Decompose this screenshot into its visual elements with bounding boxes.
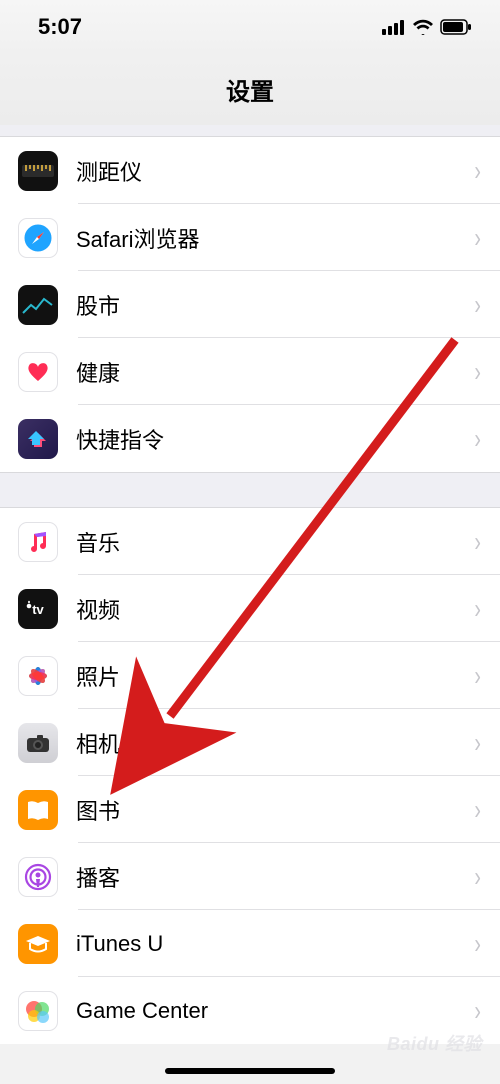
camera-icon (18, 723, 58, 763)
chevron-right-icon: › (474, 423, 481, 455)
row-music[interactable]: 音乐 › (0, 508, 500, 575)
podcasts-icon (18, 857, 58, 897)
gamecenter-icon (18, 991, 58, 1031)
row-stocks[interactable]: 股市 › (0, 271, 500, 338)
chevron-right-icon: › (474, 928, 481, 960)
row-label: 相机 (76, 727, 473, 759)
row-label: 视频 (76, 593, 473, 625)
chevron-right-icon: › (474, 995, 481, 1027)
row-label: Game Center (76, 998, 473, 1024)
settings-group-2: 音乐 › tv 视频 › 照片 › 相机 › 图书 › 播客 › (0, 508, 500, 1044)
group-separator (0, 472, 500, 508)
page-title: 设置 (0, 54, 500, 125)
row-label: 快捷指令 (76, 423, 473, 455)
books-icon (18, 790, 58, 830)
itunesu-icon (18, 924, 58, 964)
chevron-right-icon: › (474, 155, 481, 187)
shortcuts-icon (18, 419, 58, 459)
stocks-icon (18, 285, 58, 325)
chevron-right-icon: › (474, 526, 481, 558)
battery-icon (440, 19, 472, 35)
row-health[interactable]: 健康 › (0, 338, 500, 405)
row-shortcuts[interactable]: 快捷指令 › (0, 405, 500, 472)
svg-text:tv: tv (32, 602, 44, 617)
status-time: 5:07 (38, 14, 82, 40)
row-camera[interactable]: 相机 › (0, 709, 500, 776)
chevron-right-icon: › (474, 222, 481, 254)
row-podcasts[interactable]: 播客 › (0, 843, 500, 910)
health-icon (18, 352, 58, 392)
row-label: Safari浏览器 (76, 222, 473, 254)
chevron-right-icon: › (474, 727, 481, 759)
row-label: 照片 (76, 660, 473, 692)
chevron-right-icon: › (474, 356, 481, 388)
watermark: Baidu 经验 (387, 1030, 482, 1056)
safari-icon (18, 218, 58, 258)
row-photos[interactable]: 照片 › (0, 642, 500, 709)
chevron-right-icon: › (474, 861, 481, 893)
tv-icon: tv (18, 589, 58, 629)
group-separator (0, 125, 500, 137)
row-measure[interactable]: 测距仪 › (0, 137, 500, 204)
row-books[interactable]: 图书 › (0, 776, 500, 843)
home-indicator (165, 1068, 335, 1074)
chevron-right-icon: › (474, 660, 481, 692)
row-label: iTunes U (76, 931, 473, 957)
chevron-right-icon: › (474, 289, 481, 321)
settings-group-1: 测距仪 › Safari浏览器 › 股市 › 健康 › 快捷指令 › (0, 137, 500, 472)
row-label: 股市 (76, 289, 473, 321)
row-safari[interactable]: Safari浏览器 › (0, 204, 500, 271)
row-label: 测距仪 (76, 155, 473, 187)
cellular-icon (382, 19, 406, 35)
row-label: 图书 (76, 794, 473, 826)
row-label: 音乐 (76, 526, 473, 558)
status-indicators (382, 19, 472, 35)
measure-icon (18, 151, 58, 191)
photos-icon (18, 656, 58, 696)
music-icon (18, 522, 58, 562)
row-itunesu[interactable]: iTunes U › (0, 910, 500, 977)
row-label: 播客 (76, 861, 473, 893)
row-label: 健康 (76, 356, 473, 388)
wifi-icon (412, 19, 434, 35)
chevron-right-icon: › (474, 794, 481, 826)
status-bar: 5:07 (0, 0, 500, 54)
row-tv[interactable]: tv 视频 › (0, 575, 500, 642)
chevron-right-icon: › (474, 593, 481, 625)
